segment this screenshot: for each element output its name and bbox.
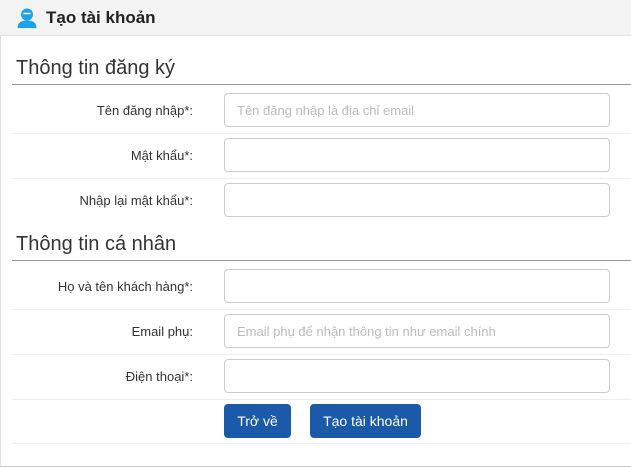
create-account-button[interactable]: Tạo tài khoản: [310, 404, 421, 438]
row-divider: [12, 309, 631, 310]
username-input[interactable]: [224, 93, 610, 127]
confirm-password-label: Nhập lại mật khẩu*:: [79, 193, 193, 208]
password-input[interactable]: [224, 138, 610, 172]
username-label: Tên đăng nhập*:: [96, 103, 193, 118]
section-title-personal: Thông tin cá nhân: [16, 233, 177, 255]
row-divider: [12, 399, 631, 400]
phone-input[interactable]: [224, 359, 610, 393]
row-divider: [12, 354, 631, 355]
fullname-input[interactable]: [224, 269, 610, 303]
row-divider: [12, 133, 631, 134]
user-icon: [17, 8, 37, 28]
section-title-account: Thông tin đăng ký: [16, 57, 175, 79]
fullname-label: Họ và tên khách hàng*:: [57, 279, 193, 294]
back-button[interactable]: Trở về: [224, 404, 291, 438]
row-divider: [12, 443, 631, 444]
secondary-email-label: Email phụ:: [131, 324, 193, 339]
page-title: Tạo tài khoản: [46, 8, 156, 27]
phone-label: Điện thoại*:: [125, 369, 193, 384]
confirm-password-input[interactable]: [224, 183, 610, 217]
section-divider-personal: [12, 260, 631, 261]
secondary-email-input[interactable]: [224, 314, 610, 348]
section-divider-account: [12, 84, 631, 85]
row-divider: [12, 178, 631, 179]
password-label: Mật khẩu*:: [130, 148, 193, 163]
panel-header: Tạo tài khoản: [0, 0, 631, 36]
